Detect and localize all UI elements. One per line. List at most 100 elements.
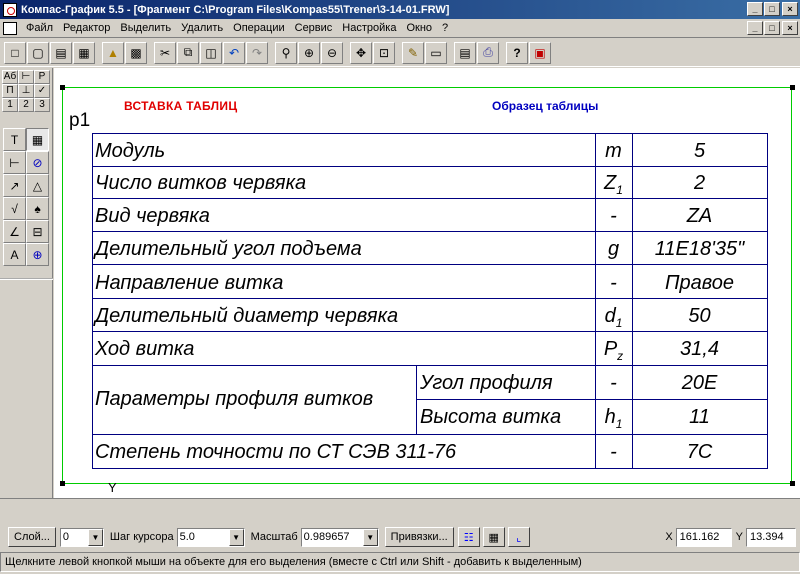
table-line [767, 133, 768, 469]
redo-icon[interactable]: ↷ [246, 41, 268, 64]
angular-dimension-icon[interactable]: △ [26, 174, 49, 197]
snaps-button[interactable]: Привязки... [384, 527, 454, 547]
menu-editor[interactable]: Редактор [58, 20, 115, 37]
menu-help[interactable]: ? [437, 20, 453, 37]
insert-table-heading: ВСТАВКА ТАБЛИЦ [124, 99, 238, 113]
minimize-button[interactable]: _ [747, 2, 763, 16]
chevron-down-icon[interactable]: ▼ [87, 528, 103, 546]
val-thread-height: 11 [689, 406, 710, 428]
zoom-in-icon[interactable]: ⊕ [298, 41, 320, 64]
radius-dimension-icon[interactable]: ↗ [3, 174, 26, 197]
table-tool-icon[interactable]: ▦ [26, 128, 49, 151]
layer-button[interactable]: Слой... [8, 527, 56, 547]
tolerance-icon[interactable]: ⊟ [26, 220, 49, 243]
new-text-icon[interactable]: ▦ [73, 41, 95, 64]
cursor-step-select[interactable]: 5.0 ▼ [176, 527, 245, 547]
x-coordinate-field[interactable]: 161.162 [675, 527, 732, 547]
preview-icon[interactable]: ▭ [425, 41, 447, 64]
view-arrow-icon[interactable]: A [3, 243, 26, 266]
close-button[interactable]: × [782, 2, 798, 16]
val-worm-type: ZA [686, 205, 713, 227]
menu-delete[interactable]: Удалить [176, 20, 228, 37]
pan-icon[interactable]: ✥ [350, 41, 372, 64]
panel-tab-1[interactable]: Аб [2, 70, 18, 84]
layer-select[interactable]: 0 ▼ [59, 527, 104, 547]
chevron-down-icon[interactable]: ▼ [362, 528, 378, 546]
sym-lead-angle: g [607, 238, 620, 260]
doc-minimize-button[interactable]: _ [747, 21, 763, 35]
properties-icon[interactable]: ✎ [402, 41, 424, 64]
roughness-icon[interactable]: √ [3, 197, 26, 220]
context-help-icon[interactable]: ? [506, 41, 528, 64]
save-icon[interactable]: ▩ [125, 41, 147, 64]
param-accuracy: Степень точности по СТ СЭВ 311-76 [95, 441, 457, 463]
print-preview-icon[interactable]: ▤ [454, 41, 476, 64]
menu-operations[interactable]: Операции [228, 20, 289, 37]
panel-tab-6[interactable]: ✓ [34, 84, 50, 98]
parameters-table[interactable]: Модуль m 5 Число витков червяка Z1 2 Вид… [92, 133, 768, 469]
cut-icon[interactable]: ✂ [154, 41, 176, 64]
panel-tab-9[interactable]: 3 [34, 98, 50, 112]
point-marker: p1 [69, 110, 91, 131]
local-cs-icon[interactable]: ⌞ [507, 527, 530, 547]
center-mark-icon[interactable]: ⊕ [26, 243, 49, 266]
panel-tab-7[interactable]: 1 [2, 98, 18, 112]
linear-dimension-icon[interactable]: ⊢ [3, 151, 26, 174]
frame-corner-bl [60, 481, 65, 486]
maximize-button[interactable]: □ [764, 2, 780, 16]
menu-service[interactable]: Сервис [290, 20, 338, 37]
grid-icon[interactable]: ▦ [482, 527, 505, 547]
panel-tab-2[interactable]: ⊢ [18, 70, 34, 84]
copy-icon[interactable]: ⧉ [177, 41, 199, 64]
base-mark-icon[interactable]: ♠ [26, 197, 49, 220]
print-icon[interactable]: ⎙ [477, 41, 499, 64]
title-bar[interactable]: Компас-График 5.5 - [Фрагмент C:\Program… [0, 0, 800, 19]
scale-select[interactable]: 0.989657 ▼ [300, 527, 379, 547]
param-lead: Ход витка [95, 338, 195, 360]
scale-value: 0.989657 [303, 531, 350, 543]
val-pitch-diameter: 50 [688, 305, 711, 327]
y-coordinate-field[interactable]: 13.394 [746, 527, 796, 547]
new-document-icon[interactable]: □ [4, 41, 26, 64]
kompas-app-icon[interactable] [3, 2, 17, 17]
new-fragment-icon[interactable]: ▢ [27, 41, 49, 64]
cursor-step-value: 5.0 [179, 531, 195, 543]
sym-accuracy: - [610, 441, 617, 463]
param-pitch-diameter: Делительный диаметр червяка [95, 305, 399, 327]
exit-icon[interactable]: ▣ [529, 41, 551, 64]
snap-grid-icon[interactable]: ☷ [457, 527, 480, 547]
panel-tab-3[interactable]: P [34, 70, 50, 84]
menu-settings[interactable]: Настройка [337, 20, 401, 37]
drawing-canvas[interactable]: p1 ВСТАВКА ТАБЛИЦ Образец таблицы Модуль… [54, 68, 800, 498]
table-line [92, 331, 768, 332]
window-title: Компас-График 5.5 - [Фрагмент C:\Program… [21, 3, 450, 16]
document-icon[interactable] [3, 21, 17, 35]
sample-table-heading: Образец таблицы [492, 99, 599, 113]
panel-tab-5[interactable]: ⊥ [18, 84, 34, 98]
zoom-out-icon[interactable]: ⊖ [321, 41, 343, 64]
doc-restore-button[interactable]: □ [764, 21, 780, 35]
frame-corner-tl [60, 85, 65, 90]
menu-window[interactable]: Окно [401, 20, 437, 37]
sym-module: m [605, 140, 622, 162]
diameter-dimension-icon[interactable]: ⊘ [26, 151, 49, 174]
new-sheet-icon[interactable]: ▤ [50, 41, 72, 64]
menu-file[interactable]: Файл [21, 20, 58, 37]
zoom-window-icon[interactable]: ⊡ [373, 41, 395, 64]
horizontal-scroll-area[interactable] [0, 498, 800, 520]
table-line [92, 166, 768, 167]
text-tool-icon[interactable]: T [3, 128, 26, 151]
panel-tab-8[interactable]: 2 [18, 98, 34, 112]
undo-icon[interactable]: ↶ [223, 41, 245, 64]
zoom-icon[interactable]: ⚲ [275, 41, 297, 64]
doc-close-button[interactable]: × [782, 21, 798, 35]
frame-corner-tr [790, 85, 795, 90]
open-folder-icon[interactable]: ▲ [102, 41, 124, 64]
chevron-down-icon[interactable]: ▼ [228, 528, 244, 546]
leader-icon[interactable]: ∠ [3, 220, 26, 243]
panel-tab-4[interactable]: Π [2, 84, 18, 98]
paste-icon[interactable]: ◫ [200, 41, 222, 64]
menu-select[interactable]: Выделить [115, 20, 176, 37]
val-lead-angle: 11E18'35" [654, 238, 745, 260]
x-coordinate-label: X [665, 531, 673, 543]
